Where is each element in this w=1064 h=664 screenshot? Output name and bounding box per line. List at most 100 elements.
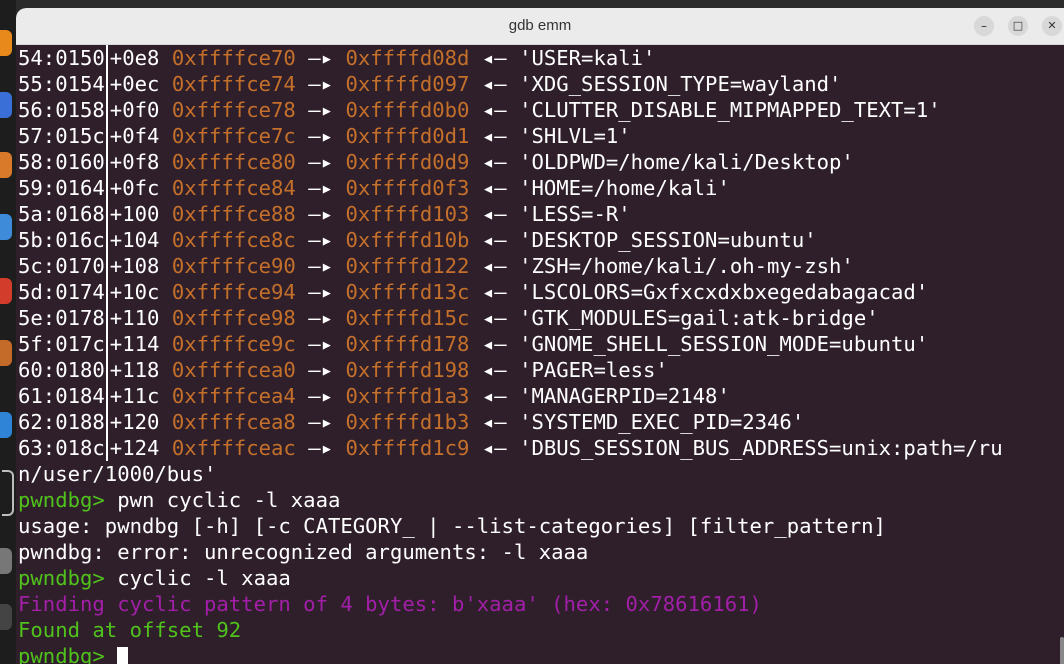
error-line: pwndbg: error: unrecognized arguments: -… bbox=[18, 540, 589, 564]
stack-offset: +108 bbox=[109, 254, 160, 278]
column-separator bbox=[105, 227, 108, 253]
stack-address: 0xffffce80 bbox=[171, 150, 296, 174]
stack-address: 0xffffce8c bbox=[171, 228, 296, 252]
wrapped-line: n/user/1000/bus' bbox=[18, 462, 217, 486]
stack-address: 0xffffce74 bbox=[171, 72, 296, 96]
stack-address: 0xffffcea8 bbox=[171, 410, 296, 434]
app-icon[interactable] bbox=[0, 548, 12, 574]
stack-row: 62:0188 +120 0xffffcea8 —▸ 0xffffd1b3 ◂— … bbox=[18, 409, 804, 435]
terminal-output[interactable]: 54:0150 +0e8 0xffffce70 —▸ 0xffffd08d ◂— … bbox=[16, 45, 1064, 664]
back-arrow: ◂— bbox=[481, 332, 507, 356]
prompt: pwndbg> bbox=[18, 644, 105, 664]
close-button[interactable]: ✕ bbox=[1042, 16, 1062, 36]
stack-index: 57:015c bbox=[18, 124, 105, 148]
stack-index: 62:0188 bbox=[18, 410, 105, 434]
active-prompt-line[interactable]: pwndbg> bbox=[18, 643, 129, 664]
back-arrow: ◂— bbox=[481, 124, 507, 148]
arrow: —▸ bbox=[308, 384, 334, 408]
stack-row: 5a:0168 +100 0xffffce88 —▸ 0xffffd103 ◂— … bbox=[18, 201, 631, 227]
stack-offset: +0fc bbox=[109, 176, 160, 200]
column-separator bbox=[105, 305, 108, 331]
stack-index: 55:0154 bbox=[18, 72, 105, 96]
stack-row: 58:0160 +0f8 0xffffce80 —▸ 0xffffd0d9 ◂— … bbox=[18, 149, 854, 175]
pointer-address: 0xffffd0b0 bbox=[345, 98, 470, 122]
arrow: —▸ bbox=[308, 436, 334, 460]
column-separator bbox=[105, 383, 108, 409]
stack-offset: +11c bbox=[109, 384, 160, 408]
string-value: 'PAGER=less' bbox=[519, 358, 668, 382]
dock bbox=[0, 0, 16, 664]
stack-index: 60:0180 bbox=[18, 358, 105, 382]
back-arrow: ◂— bbox=[481, 98, 507, 122]
column-separator bbox=[105, 435, 108, 461]
column-separator bbox=[105, 71, 108, 97]
back-arrow: ◂— bbox=[481, 46, 507, 70]
stack-address: 0xffffcea0 bbox=[171, 358, 296, 382]
minimize-button[interactable]: – bbox=[974, 16, 994, 36]
string-value: 'SYSTEMD_EXEC_PID=2346' bbox=[519, 410, 805, 434]
stack-row: 61:0184 +11c 0xffffcea4 —▸ 0xffffd1a3 ◂— … bbox=[18, 383, 730, 409]
files-icon[interactable] bbox=[0, 152, 12, 178]
app-icon[interactable] bbox=[0, 278, 12, 304]
column-separator bbox=[105, 331, 108, 357]
pointer-address: 0xffffd10b bbox=[345, 228, 470, 252]
stack-address: 0xffffce88 bbox=[171, 202, 296, 226]
stack-offset: +10c bbox=[109, 280, 160, 304]
stack-index: 54:0150 bbox=[18, 46, 105, 70]
stack-row: 56:0158 +0f0 0xffffce78 —▸ 0xffffd0b0 ◂— … bbox=[18, 97, 941, 123]
stack-index: 61:0184 bbox=[18, 384, 105, 408]
stack-offset: +124 bbox=[109, 436, 160, 460]
stack-offset: +120 bbox=[109, 410, 160, 434]
string-value: 'XDG_SESSION_TYPE=wayland' bbox=[519, 72, 842, 96]
firefox-icon[interactable] bbox=[0, 92, 12, 118]
arrow: —▸ bbox=[308, 228, 334, 252]
app-icon[interactable] bbox=[0, 214, 12, 240]
back-arrow: ◂— bbox=[481, 202, 507, 226]
stack-address: 0xffffce78 bbox=[171, 98, 296, 122]
string-value: 'GTK_MODULES=gail:atk-bridge' bbox=[519, 306, 879, 330]
string-value: 'LSCOLORS=Gxfxcxdxbxegedabagacad' bbox=[519, 280, 929, 304]
pointer-address: 0xffffd08d bbox=[345, 46, 470, 70]
pointer-address: 0xffffd097 bbox=[345, 72, 470, 96]
command-text: cyclic -l xaaa bbox=[104, 566, 291, 590]
app-icon[interactable] bbox=[0, 604, 12, 630]
arrow: —▸ bbox=[308, 358, 334, 382]
back-arrow: ◂— bbox=[481, 150, 507, 174]
stack-row: 60:0180 +118 0xffffcea0 —▸ 0xffffd198 ◂— … bbox=[18, 357, 668, 383]
stack-offset: +118 bbox=[109, 358, 160, 382]
column-separator bbox=[105, 253, 108, 279]
command-line: pwndbg> cyclic -l xaaa bbox=[18, 565, 291, 591]
stack-index: 5e:0178 bbox=[18, 306, 105, 330]
command-text: pwn cyclic -l xaaa bbox=[104, 488, 341, 512]
stack-index: 63:018c bbox=[18, 436, 105, 460]
arrow: —▸ bbox=[308, 306, 334, 330]
stack-address: 0xffffcea4 bbox=[171, 384, 296, 408]
window-title: gdb emm bbox=[508, 17, 572, 34]
stack-index: 5a:0168 bbox=[18, 202, 105, 226]
scrollbar[interactable] bbox=[1060, 637, 1064, 664]
stack-offset: +104 bbox=[109, 228, 160, 252]
string-value: 'USER=kali' bbox=[519, 46, 656, 70]
stack-index: 5b:016c bbox=[18, 228, 105, 252]
string-value: 'OLDPWD=/home/kali/Desktop' bbox=[519, 150, 854, 174]
stack-offset: +100 bbox=[109, 202, 160, 226]
app-icon[interactable] bbox=[0, 412, 12, 438]
pointer-address: 0xffffd178 bbox=[345, 332, 470, 356]
app-icon[interactable] bbox=[0, 340, 12, 366]
maximize-button[interactable]: □ bbox=[1008, 16, 1028, 36]
terminal-dock-indicator[interactable] bbox=[2, 470, 14, 516]
stack-offset: +114 bbox=[109, 332, 160, 356]
column-separator bbox=[105, 149, 108, 175]
stack-row: 57:015c +0f4 0xffffce7c —▸ 0xffffd0d1 ◂— … bbox=[18, 123, 631, 149]
titlebar[interactable]: gdb emm – □ ✕ bbox=[16, 8, 1064, 45]
column-separator bbox=[105, 201, 108, 227]
stack-row: 55:0154 +0ec 0xffffce74 —▸ 0xffffd097 ◂— … bbox=[18, 71, 841, 97]
string-value: 'DBUS_SESSION_BUS_ADDRESS=unix:path=/ru bbox=[519, 436, 1003, 460]
stack-offset: +110 bbox=[109, 306, 160, 330]
browser-icon[interactable] bbox=[0, 30, 12, 56]
string-value: 'ZSH=/home/kali/.oh-my-zsh' bbox=[519, 254, 854, 278]
pointer-address: 0xffffd198 bbox=[345, 358, 470, 382]
stack-row: 5f:017c +114 0xffffce9c —▸ 0xffffd178 ◂— … bbox=[18, 331, 928, 357]
pointer-address: 0xffffd122 bbox=[345, 254, 470, 278]
back-arrow: ◂— bbox=[481, 358, 507, 382]
